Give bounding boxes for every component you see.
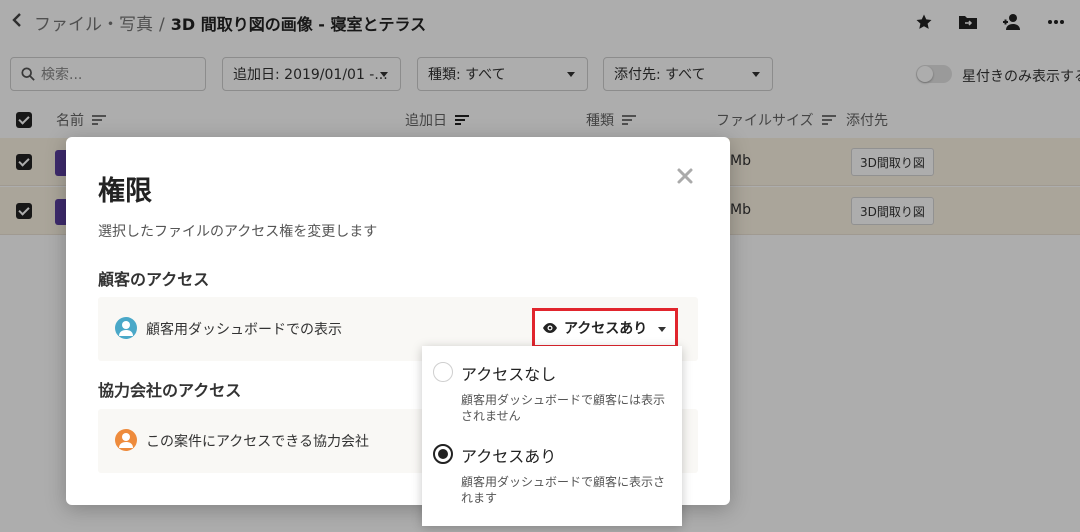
client-access-label: 顧客用ダッシュボードでの表示 [146, 322, 342, 338]
radio-granted[interactable] [433, 444, 453, 464]
access-option-label: アクセスなし [461, 365, 557, 384]
access-option-description: 顧客用ダッシュボードで顧客に表示されます [461, 475, 666, 505]
close-icon[interactable] [676, 167, 700, 191]
client-access-title: 顧客のアクセス [98, 270, 210, 289]
modal-title: 権限 [98, 176, 152, 207]
access-option-none[interactable]: アクセスなし 顧客用ダッシュボードで顧客には表示されません [422, 346, 682, 428]
radio-none[interactable] [433, 362, 453, 382]
access-option-description: 顧客用ダッシュボードで顧客には表示されません [461, 393, 666, 423]
partner-access-label: この案件にアクセスできる協力会社 [146, 434, 370, 450]
access-value: アクセスあり [564, 321, 648, 337]
eye-icon [543, 323, 557, 333]
access-option-label: アクセスあり [461, 447, 557, 466]
caret-down-icon [658, 327, 666, 332]
client-avatar-icon [115, 317, 137, 339]
access-option-granted[interactable]: アクセスあり 顧客用ダッシュボードで顧客に表示されます [422, 428, 682, 510]
client-access-dropdown[interactable]: アクセスあり [532, 308, 678, 348]
partner-avatar-icon [115, 429, 137, 451]
access-menu: アクセスなし 顧客用ダッシュボードで顧客には表示されません アクセスあり 顧客用… [422, 346, 682, 526]
modal-subtitle: 選択したファイルのアクセス権を変更します [98, 224, 378, 240]
partner-access-title: 協力会社のアクセス [98, 381, 242, 400]
